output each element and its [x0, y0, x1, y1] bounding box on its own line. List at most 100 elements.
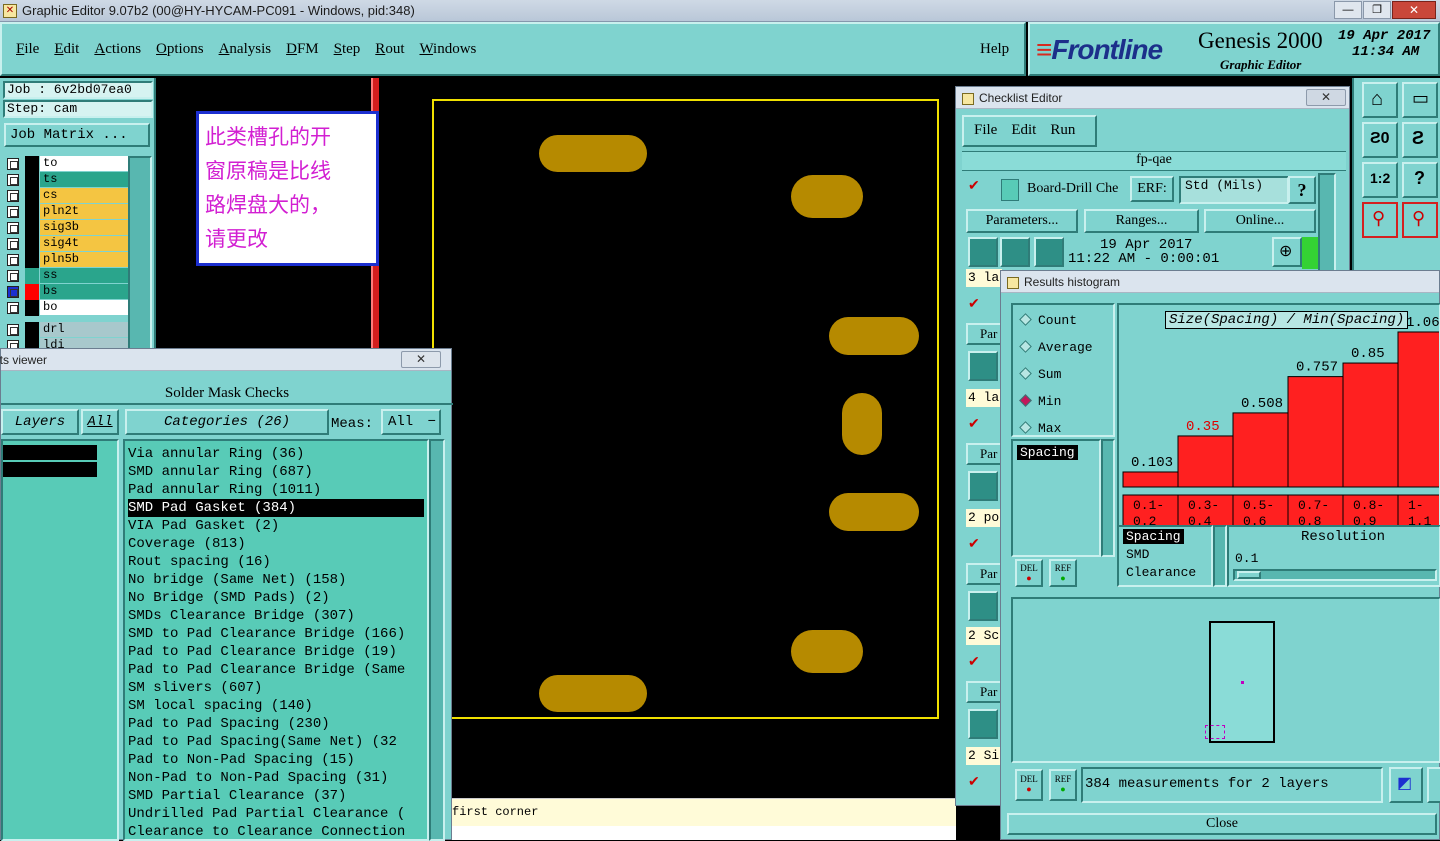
row-parameters-button[interactable]: Par [966, 563, 1002, 585]
layers-button[interactable]: Layers [1, 409, 79, 435]
run-icon[interactable] [1034, 237, 1064, 267]
menu-step[interactable]: Step [334, 41, 361, 57]
checklist-row-label[interactable]: 2 Sc [966, 627, 1002, 645]
layer-swatch[interactable] [25, 322, 39, 338]
layer-name[interactable]: cs [40, 188, 130, 203]
erf-value[interactable]: Std (Mils) [1179, 176, 1289, 204]
mode-radio-sum[interactable]: Sum [1019, 367, 1061, 382]
layer-checkbox[interactable] [7, 270, 19, 282]
layer-swatch[interactable] [25, 236, 39, 252]
ref-button-bottom[interactable]: REF ● [1049, 769, 1077, 801]
resolution-slider-thumb[interactable] [1237, 571, 1261, 579]
layer-name[interactable]: ts [40, 172, 130, 187]
category-item[interactable]: Undrilled Pad Partial Clearance ( [128, 805, 424, 823]
online-button[interactable]: Online... [1204, 209, 1316, 233]
checklist-menu-file[interactable]: File [974, 122, 997, 138]
category-item[interactable]: Pad to Pad Clearance Bridge (Same [128, 661, 424, 679]
layer-swatch[interactable] [25, 172, 39, 188]
layer-checkbox[interactable] [7, 238, 19, 250]
type-bottom-scrollbar[interactable] [1213, 525, 1227, 587]
layer-row[interactable]: pln2t [7, 204, 130, 220]
ranges-button[interactable]: Ranges... [1084, 209, 1199, 233]
close-button[interactable]: ✕ [1392, 1, 1436, 19]
category-item[interactable]: Pad annular Ring (1011) [128, 481, 424, 499]
layer-name[interactable]: ss [40, 268, 130, 283]
type-list-bottom[interactable]: Spacing SMD Clearance [1117, 525, 1213, 587]
mode-radio-max[interactable]: Max [1019, 421, 1061, 436]
mode-radio-count[interactable]: Count [1019, 313, 1077, 328]
row-parameters-button[interactable]: Par [966, 323, 1002, 345]
resolution-slider[interactable] [1233, 569, 1437, 581]
row-checkbox[interactable]: ✔ [968, 774, 982, 789]
layer-checkbox[interactable] [7, 222, 19, 234]
layer-row[interactable]: ss [7, 268, 130, 284]
menu-options[interactable]: Options [156, 41, 204, 57]
layer-row[interactable]: to [7, 156, 130, 172]
menu-edit[interactable]: Edit [54, 41, 79, 57]
maximize-button[interactable]: ❐ [1363, 1, 1391, 19]
layer-swatch[interactable] [25, 252, 39, 268]
row-checkbox[interactable]: ✔ [968, 296, 982, 311]
checklist-menu-edit[interactable]: Edit [1011, 122, 1036, 138]
checklist-help-button[interactable]: ? [1288, 176, 1316, 204]
layer-name[interactable]: drl [40, 322, 130, 337]
del-button-bottom[interactable]: DEL ● [1015, 769, 1043, 801]
menu-rout[interactable]: Rout [375, 41, 404, 57]
menu-actions[interactable]: Actions [94, 41, 141, 57]
category-item[interactable]: SMD Pad Gasket (384) [128, 499, 424, 517]
flip-icon[interactable]: Ƨ0 [1362, 122, 1398, 158]
category-item[interactable]: SMD Partial Clearance (37) [128, 787, 424, 805]
row-checkbox[interactable]: ✔ [968, 416, 982, 431]
category-item[interactable]: Pad to Pad Spacing(Same Net) (32 [128, 733, 424, 751]
category-item[interactable]: No bridge (Same Net) (158) [128, 571, 424, 589]
row-checkbox[interactable]: ✔ [968, 536, 982, 551]
run-icon[interactable] [968, 237, 998, 267]
category-item[interactable]: SM slivers (607) [128, 679, 424, 697]
layer-row[interactable]: sig4t [7, 236, 130, 252]
layer-row[interactable]: cs [7, 188, 130, 204]
category-item[interactable]: Via annular Ring (36) [128, 445, 424, 463]
row-parameters-button[interactable]: Par [966, 681, 1002, 703]
histogram-bar[interactable] [1397, 331, 1440, 488]
report-icon[interactable]: ◩ [1389, 767, 1423, 803]
layer-swatch[interactable] [25, 204, 39, 220]
help-menu[interactable]: Help [980, 41, 1009, 58]
layer-checkbox[interactable] [7, 302, 19, 314]
category-item[interactable]: Pad to Non-Pad Spacing (15) [128, 751, 424, 769]
layer-name[interactable]: pln5b [40, 252, 130, 267]
layer-swatch[interactable] [25, 188, 39, 204]
checklist-menu-run[interactable]: Run [1050, 122, 1075, 138]
mode-radio-min[interactable]: Min [1019, 394, 1061, 409]
checklist-row-label[interactable]: 2 po [966, 509, 1002, 527]
layer-icon[interactable]: ⚲ [1362, 202, 1398, 238]
layer-name[interactable]: bs [40, 284, 130, 299]
category-item[interactable]: SMD to Pad Clearance Bridge (166) [128, 625, 424, 643]
layer-row[interactable]: bo [7, 300, 130, 316]
checklist-row-label[interactable]: 3 la [966, 269, 1002, 287]
menu-file[interactable]: File [16, 41, 39, 57]
histogram-bar[interactable] [1342, 362, 1399, 488]
category-item[interactable]: Coverage (813) [128, 535, 424, 553]
type-bottom-item[interactable]: Spacing [1123, 529, 1184, 544]
minimize-button[interactable]: — [1334, 1, 1362, 19]
type-list[interactable]: Spacing [1011, 439, 1101, 557]
run-icon[interactable] [968, 591, 998, 621]
categories-scrollbar[interactable] [429, 439, 445, 841]
row-parameters-button[interactable]: Par [966, 443, 1002, 465]
histogram-bar[interactable] [1177, 435, 1234, 488]
histogram-bar[interactable] [1232, 412, 1289, 488]
layer-row-selected[interactable] [3, 445, 97, 460]
layer-swatch[interactable] [25, 300, 39, 316]
scale-icon[interactable]: 1:2 [1362, 162, 1398, 198]
layer-icon[interactable]: ⚲ [1402, 202, 1438, 238]
help-icon[interactable]: ? [1402, 162, 1438, 198]
zoom-icon[interactable]: ⊕ [1272, 237, 1302, 267]
layer-name[interactable]: sig4t [40, 236, 130, 251]
histogram-close-button[interactable]: Close [1007, 813, 1437, 835]
layer-swatch[interactable] [25, 284, 39, 300]
layer-scrollbar[interactable] [128, 156, 152, 356]
run-icon[interactable] [1000, 237, 1030, 267]
layer-name[interactable]: sig3b [40, 220, 130, 235]
type-bottom-item[interactable]: SMD [1123, 547, 1152, 562]
category-item[interactable]: SM local spacing (140) [128, 697, 424, 715]
